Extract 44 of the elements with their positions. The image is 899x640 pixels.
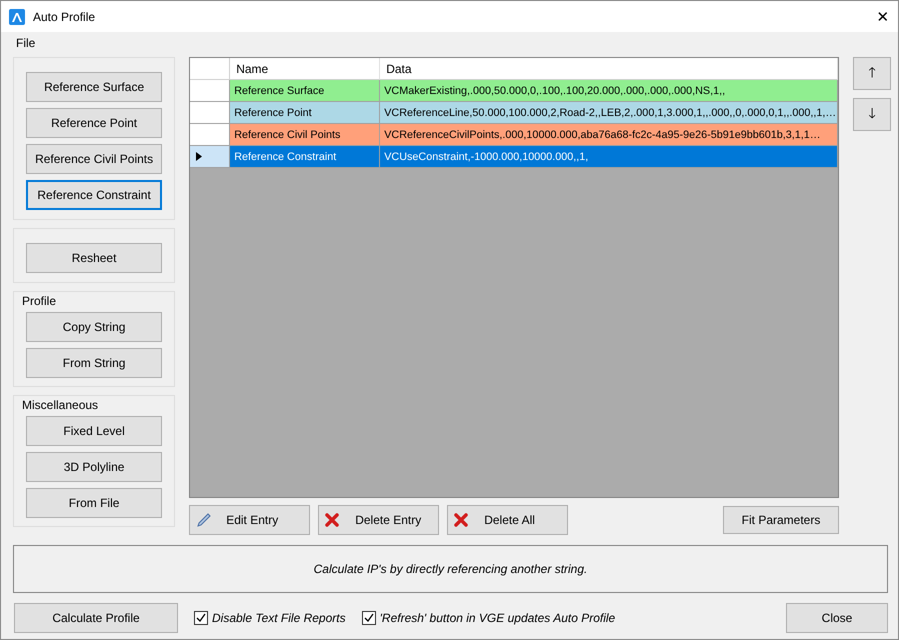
tool-button[interactable]: From File	[26, 488, 162, 518]
app-logo-icon	[9, 8, 25, 24]
delete-icon	[325, 513, 340, 527]
tool-button[interactable]: Copy String	[26, 312, 162, 342]
table-cell: Reference Civil Points	[230, 124, 380, 146]
group-label: Miscellaneous	[22, 398, 98, 412]
row-header[interactable]	[190, 146, 230, 168]
corner-header	[190, 58, 230, 80]
table-cell: Reference Point	[230, 102, 380, 124]
menu-item[interactable]: File	[9, 36, 42, 50]
checkbox-label: Disable Text File Reports	[212, 611, 346, 625]
move-button[interactable]: 🡓	[853, 98, 891, 131]
column-header[interactable]: Name	[230, 58, 380, 80]
delete-icon	[454, 513, 468, 527]
tool-button[interactable]: 3D Polyline	[26, 452, 162, 482]
checkbox-label: 'Refresh' button in VGE updates Auto Profile	[380, 611, 616, 625]
window-title: Auto Profile	[33, 10, 96, 24]
move-button[interactable]: 🡑	[853, 57, 891, 90]
checkbox[interactable]	[362, 611, 376, 625]
close-button[interactable]: Close	[786, 603, 888, 633]
entry-button[interactable]: Edit Entry	[189, 505, 310, 535]
tool-button[interactable]: Reference Surface	[26, 72, 162, 102]
tool-button[interactable]: Reference Constraint	[26, 180, 162, 210]
group-label: Profile	[22, 294, 56, 308]
column-header[interactable]: Data	[380, 58, 838, 80]
table-cell: Reference Constraint	[230, 146, 380, 168]
tool-button[interactable]: Fixed Level	[26, 416, 162, 446]
calculate-profile-button[interactable]: Calculate Profile	[14, 603, 178, 633]
tool-button[interactable]: Reference Point	[26, 108, 162, 138]
fit-parameters-button[interactable]: Fit Parameters	[723, 506, 839, 534]
table-cell: Reference Surface	[230, 80, 380, 102]
row-pointer-icon	[196, 152, 202, 161]
description-text: Calculate IP's by directly referencing another string.	[13, 545, 888, 593]
table-cell: VCReferenceLine,50.000,100.000,2,Road-2,,LEB,2,.000,1,3.000,1,,.000,,0,.000,0,1,,.000,,1,…	[380, 102, 838, 124]
tool-button[interactable]: Resheet	[26, 243, 162, 273]
entry-button[interactable]: Delete All	[447, 505, 568, 535]
checkbox[interactable]	[194, 611, 208, 625]
table-cell: VCReferenceCivilPoints,.000,10000.000,aba76a68-fc2c-4a95-9e26-5b91e9bb601b,3,1,1…	[380, 124, 838, 146]
table-cell: VCUseConstraint,-1000.000,10000.000,,1,	[380, 146, 838, 168]
table-cell: VCMakerExisting,.000,50.000,0,.100,.100,20.000,.000,.000,.000,NS,1,,	[380, 80, 838, 102]
tool-button[interactable]: Reference Civil Points	[26, 144, 162, 174]
entry-button[interactable]: Delete Entry	[318, 505, 440, 535]
tool-button[interactable]: From String	[26, 348, 162, 378]
pencil-icon	[196, 512, 212, 528]
